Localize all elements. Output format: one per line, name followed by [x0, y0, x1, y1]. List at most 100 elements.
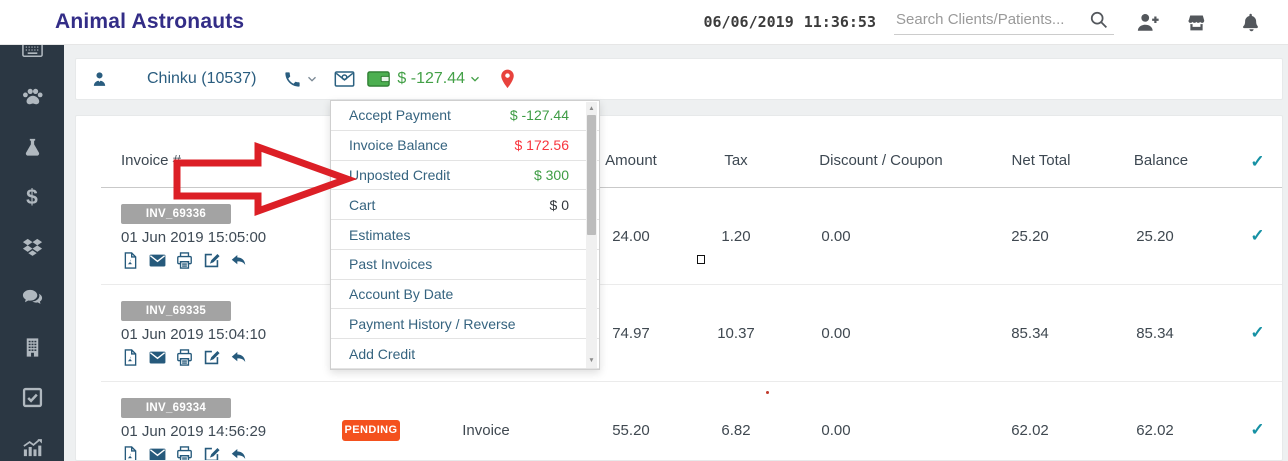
balance-cell: 25.20: [1136, 227, 1174, 245]
app-title: Animal Astronauts: [55, 10, 245, 33]
phone-icon[interactable]: [283, 70, 302, 89]
menu-item-account-by-date[interactable]: Account By Date: [331, 280, 599, 310]
menu-item-accept-payment[interactable]: Accept Payment $ -127.44: [331, 101, 599, 131]
column-header-invoice: Invoice #: [121, 152, 182, 169]
reply-icon[interactable]: [229, 348, 248, 367]
status-cell: PENDING: [331, 419, 411, 441]
top-header: Animal Astronauts 06/06/2019 11:36:53: [0, 0, 1288, 45]
search-input[interactable]: [894, 10, 1088, 29]
edit-icon[interactable]: [202, 445, 221, 461]
posted-check-icon: ✓: [1250, 420, 1265, 439]
table-row: INV_69335 01 Jun 2019 15:04:10 74.97 10.…: [101, 285, 1282, 382]
dropdown-scrollbar[interactable]: ▲ ▼: [586, 102, 597, 368]
type-cell: Invoice: [462, 421, 510, 439]
time-text: 11:36:53: [803, 13, 876, 31]
balance-cell: 62.02: [1136, 421, 1174, 439]
status-badge: PENDING: [342, 419, 400, 441]
invoice-id-badge[interactable]: INV_69336: [121, 204, 231, 224]
pdf-icon[interactable]: [121, 445, 140, 461]
column-header-net-total: Net Total: [1011, 152, 1071, 169]
email-icon[interactable]: [148, 445, 167, 461]
person-icon: [93, 71, 106, 86]
posted-check-icon: ✓: [1250, 226, 1265, 245]
discount-cell: 0.00: [821, 324, 851, 342]
location-pin-icon[interactable]: [500, 69, 515, 89]
invoice-id-badge[interactable]: INV_69335: [121, 301, 231, 321]
invoice-actions: [121, 445, 331, 461]
invoice-actions: [121, 348, 331, 367]
invoice-cell: INV_69336 01 Jun 2019 15:05:00: [101, 188, 331, 270]
client-name: Chinku (10537): [147, 70, 257, 87]
column-header-tax: Tax: [724, 152, 748, 169]
invoice-id-badge[interactable]: INV_69334: [121, 398, 231, 418]
client-toolbar: Chinku (10537) $ -127.44: [75, 58, 1283, 100]
pdf-icon[interactable]: [121, 251, 140, 270]
wallet-dropdown-menu: Accept Payment $ -127.44 Invoice Balance $…: [330, 100, 600, 370]
keyboard-icon[interactable]: [21, 45, 44, 62]
amount-cell: 55.20: [612, 421, 650, 439]
menu-item-invoice-balance[interactable]: Invoice Balance $ 172.56: [331, 131, 599, 161]
chevron-down-icon[interactable]: [306, 73, 318, 85]
reports-chart-icon[interactable]: [21, 436, 44, 459]
balance-cell: 85.34: [1136, 324, 1174, 342]
scroll-down-icon[interactable]: ▼: [586, 357, 597, 365]
reply-icon[interactable]: [229, 251, 248, 270]
net-total-cell: 62.02: [1011, 421, 1049, 439]
invoice-datetime: 01 Jun 2019 15:05:00: [121, 229, 267, 246]
tax-cell: 6.82: [721, 421, 751, 439]
invoices-panel: Invoice # Amount Tax Discount / Coupon N…: [75, 115, 1283, 461]
search-icon[interactable]: [1088, 9, 1109, 30]
menu-item-value: $ 0: [549, 196, 569, 213]
invoice-actions: [121, 251, 331, 270]
column-header-discount: Discount / Coupon: [819, 152, 943, 169]
lab-flask-icon[interactable]: [21, 136, 44, 159]
invoices-table: Invoice # Amount Tax Discount / Coupon N…: [101, 116, 1282, 461]
chat-icon[interactable]: [21, 286, 44, 309]
menu-item-add-credit[interactable]: Add Credit: [331, 339, 599, 370]
content-area: Chinku (10537) $ -127.44 Invoice # Amoun…: [64, 45, 1288, 461]
menu-item-unposted-credit[interactable]: Unposted Credit $ 300: [331, 161, 599, 191]
menu-item-cart[interactable]: Cart $ 0: [331, 190, 599, 221]
wallet-chevron-down-icon[interactable]: [469, 73, 481, 85]
print-icon[interactable]: [175, 348, 194, 367]
add-user-icon[interactable]: [1136, 12, 1160, 33]
email-icon[interactable]: [148, 251, 167, 270]
boxes-icon[interactable]: [21, 236, 44, 259]
print-icon[interactable]: [175, 251, 194, 270]
reply-icon[interactable]: [229, 445, 248, 461]
envelope-icon[interactable]: [334, 70, 355, 88]
print-icon[interactable]: [175, 445, 194, 461]
datetime-display: 06/06/2019 11:36:53: [703, 13, 876, 31]
edit-icon[interactable]: [202, 348, 221, 367]
bell-icon[interactable]: [1241, 12, 1262, 33]
dollar-icon[interactable]: $: [21, 186, 44, 209]
left-nav-sidebar: $: [0, 45, 64, 461]
menu-item-estimates[interactable]: Estimates: [331, 220, 599, 250]
menu-item-value: $ 300: [533, 166, 569, 183]
menu-item-value: $ -127.44: [509, 107, 569, 124]
check-square-icon[interactable]: [21, 386, 44, 409]
table-row: INV_69334 01 Jun 2019 14:56:29 PENDING I…: [101, 382, 1282, 461]
paw-icon[interactable]: [21, 86, 44, 109]
net-total-cell: 85.34: [1011, 324, 1049, 342]
posted-check-icon: ✓: [1250, 323, 1265, 342]
menu-item-payment-history-reverse[interactable]: Payment History / Reverse: [331, 309, 599, 340]
scroll-up-icon[interactable]: ▲: [586, 105, 597, 113]
wallet-icon[interactable]: [367, 70, 391, 88]
building-icon[interactable]: [21, 336, 44, 359]
tax-cell: 1.20: [721, 227, 751, 245]
column-header-balance: Balance: [1133, 152, 1189, 169]
menu-item-value: $ 172.56: [514, 137, 570, 154]
scrollbar-thumb[interactable]: [587, 115, 596, 235]
store-icon[interactable]: [1186, 12, 1207, 33]
pdf-icon[interactable]: [121, 348, 140, 367]
wallet-balance[interactable]: $ -127.44: [397, 70, 465, 88]
menu-item-past-invoices[interactable]: Past Invoices: [331, 250, 599, 280]
email-icon[interactable]: [148, 348, 167, 367]
discount-cell: 0.00: [821, 227, 851, 245]
tax-cell: 10.37: [717, 324, 755, 342]
edit-icon[interactable]: [202, 251, 221, 270]
missing-glyph-artifact: [697, 255, 705, 264]
invoice-datetime: 01 Jun 2019 15:04:10: [121, 326, 267, 343]
invoice-cell: INV_69334 01 Jun 2019 14:56:29: [101, 382, 331, 461]
